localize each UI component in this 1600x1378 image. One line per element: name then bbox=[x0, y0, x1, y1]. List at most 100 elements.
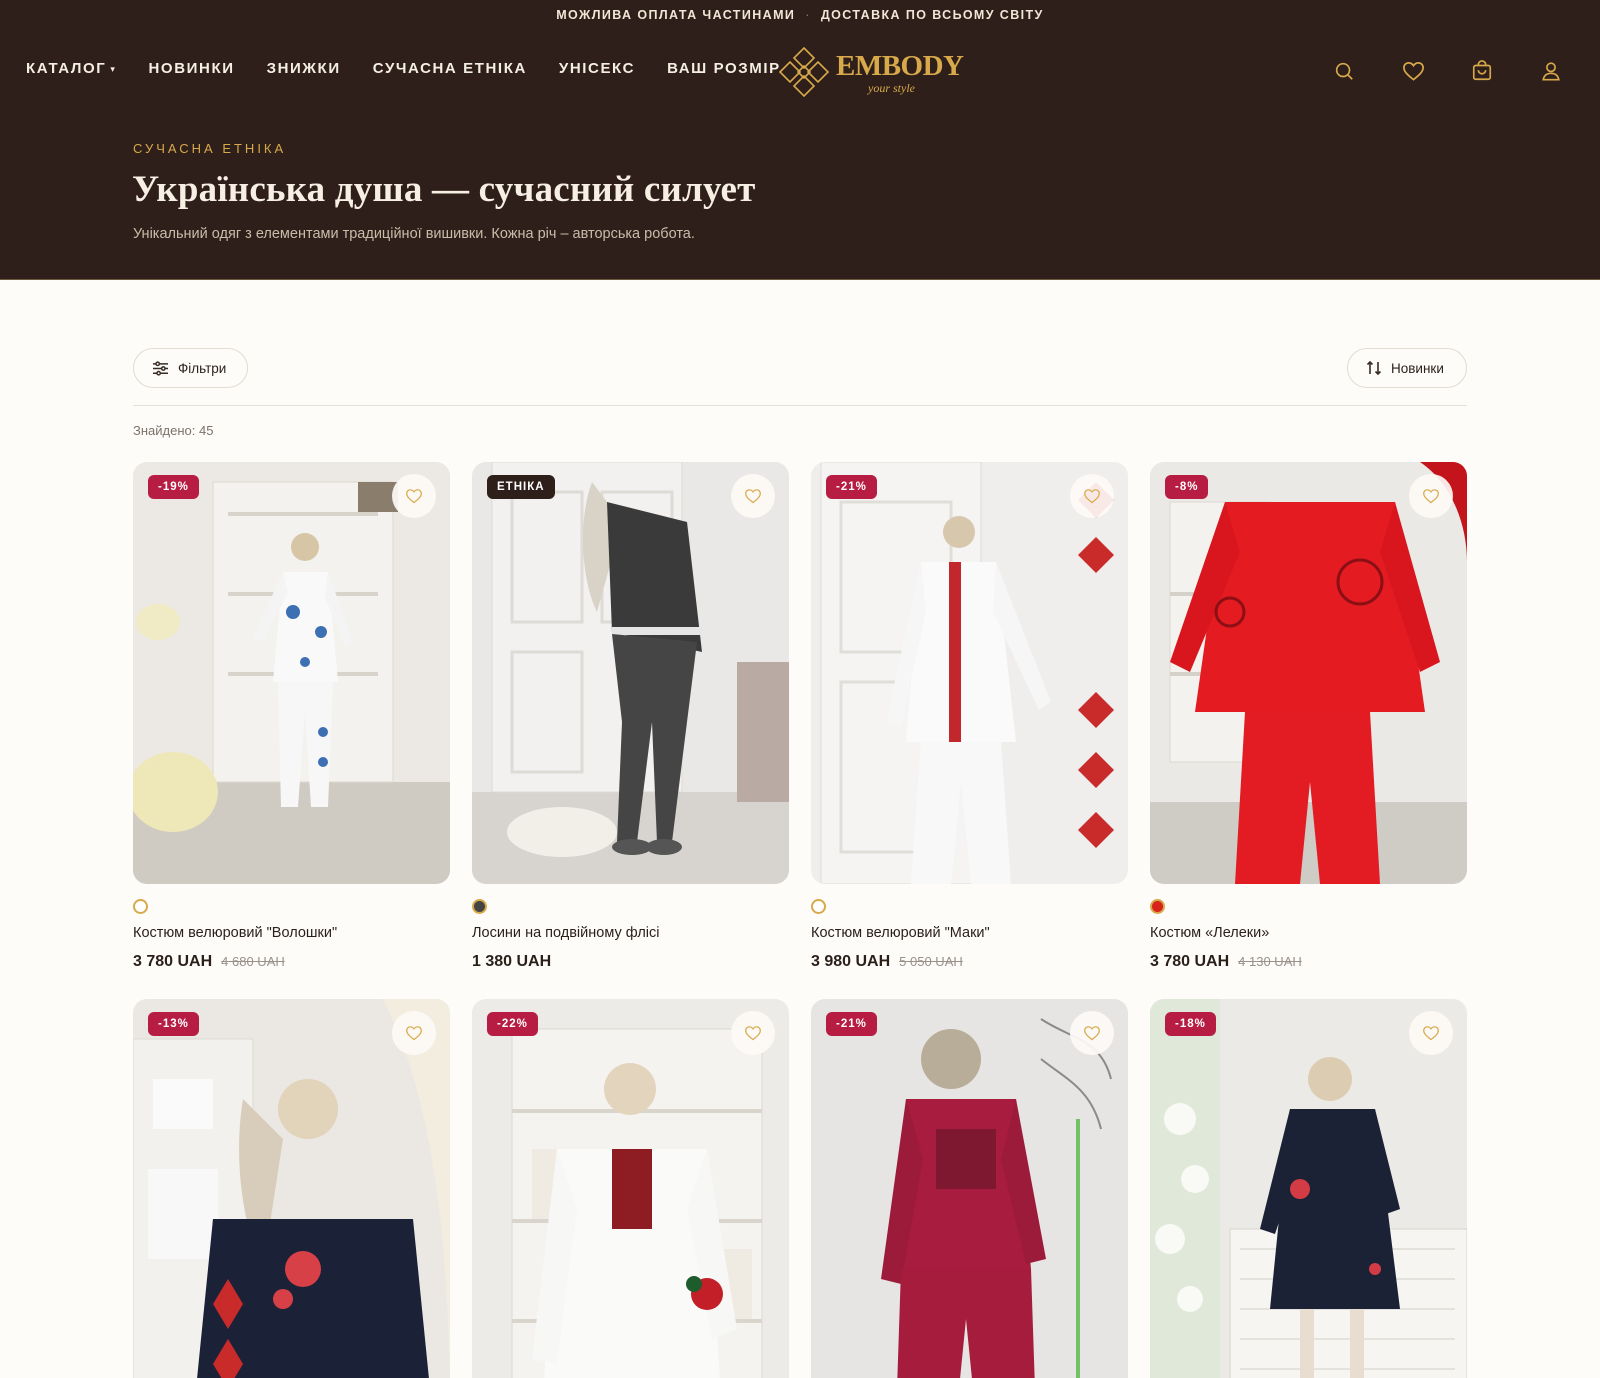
sliders-icon bbox=[153, 360, 168, 376]
results-count: Знайдено: 45 bbox=[133, 423, 214, 438]
search-button[interactable] bbox=[1331, 58, 1357, 84]
product-image[interactable]: -21% bbox=[811, 999, 1128, 1378]
heart-icon bbox=[1402, 61, 1424, 81]
product-price: 3 980 UAH 5 050 UAH bbox=[811, 953, 1128, 971]
product-name[interactable]: Костюм «Лелеки» bbox=[1150, 925, 1467, 941]
nav-catalog[interactable]: КАТАЛОГ ▾ bbox=[26, 60, 117, 77]
nav-sale[interactable]: ЗНИЖКИ bbox=[267, 60, 341, 77]
color-swatch[interactable] bbox=[811, 899, 826, 914]
filters-label: Фільтри bbox=[178, 360, 227, 376]
heart-icon bbox=[745, 489, 761, 504]
product-photo bbox=[472, 999, 789, 1378]
product-card[interactable]: ЕТНІКА Лосини на подвійному флісі 1 380 … bbox=[472, 462, 789, 971]
logo-wordmark: EMBODY bbox=[836, 50, 964, 82]
current-price: 3 980 UAH bbox=[811, 953, 891, 970]
heart-icon bbox=[1084, 1026, 1100, 1041]
sort-icon bbox=[1366, 360, 1382, 376]
product-card[interactable]: -21% Костюм велюровий "Маки" 3 980 UAH 5… bbox=[811, 462, 1128, 971]
nav-unisex[interactable]: УНІСЕКС bbox=[559, 60, 635, 77]
product-image[interactable]: -21% bbox=[811, 462, 1128, 884]
discount-badge: -21% bbox=[826, 1012, 877, 1036]
product-image[interactable]: ЕТНІКА bbox=[472, 462, 789, 884]
logo-tagline: your style bbox=[868, 81, 915, 95]
product-photo bbox=[1150, 999, 1467, 1378]
logo[interactable]: EMBODY your style bbox=[776, 46, 964, 98]
current-price: 3 780 UAH bbox=[1150, 953, 1230, 970]
page-subtitle: Унікальний одяг з елементами традиційної… bbox=[133, 226, 695, 242]
category-badge: ЕТНІКА bbox=[487, 475, 555, 499]
product-image[interactable]: -22% bbox=[472, 999, 789, 1378]
product-card[interactable]: -18% bbox=[1150, 999, 1467, 1378]
heart-icon bbox=[406, 1026, 422, 1041]
product-price: 1 380 UAH bbox=[472, 953, 789, 971]
discount-badge: -13% bbox=[148, 1012, 199, 1036]
product-card[interactable]: -19% Костюм велюровий "Волошки" 3 780 UA… bbox=[133, 462, 450, 971]
announcement-bar: МОЖЛИВА ОПЛАТА ЧАСТИНАМИ · ДОСТАВКА ПО ВСЬ… bbox=[0, 8, 1600, 22]
wishlist-button[interactable] bbox=[1400, 58, 1426, 84]
product-name[interactable]: Костюм велюровий "Волошки" bbox=[133, 925, 450, 941]
heart-icon bbox=[406, 489, 422, 504]
product-photo bbox=[133, 999, 450, 1378]
nav-catalog-label: КАТАЛОГ bbox=[26, 60, 107, 77]
discount-badge: -22% bbox=[487, 1012, 538, 1036]
add-to-wishlist-button[interactable] bbox=[392, 474, 436, 518]
product-name[interactable]: Костюм велюровий "Маки" bbox=[811, 925, 1128, 941]
add-to-wishlist-button[interactable] bbox=[1409, 474, 1453, 518]
product-image[interactable]: -18% bbox=[1150, 999, 1467, 1378]
heart-icon bbox=[1423, 489, 1439, 504]
discount-badge: -8% bbox=[1165, 475, 1209, 499]
color-swatch[interactable] bbox=[133, 899, 148, 914]
old-price: 5 050 UAH bbox=[899, 954, 963, 969]
add-to-wishlist-button[interactable] bbox=[1409, 1011, 1453, 1055]
heart-icon bbox=[745, 1026, 761, 1041]
add-to-wishlist-button[interactable] bbox=[1070, 1011, 1114, 1055]
product-name[interactable]: Лосини на подвійному флісі bbox=[472, 925, 789, 941]
cart-icon bbox=[1472, 60, 1492, 81]
product-image[interactable]: -13% bbox=[133, 999, 450, 1378]
product-photo bbox=[811, 999, 1128, 1378]
product-card[interactable]: -13% bbox=[133, 999, 450, 1378]
section-eyebrow: СУЧАСНА ЕТНІКА bbox=[133, 141, 287, 156]
add-to-wishlist-button[interactable] bbox=[1070, 474, 1114, 518]
header-actions bbox=[1288, 58, 1564, 84]
current-price: 1 380 UAH bbox=[472, 953, 552, 970]
search-icon bbox=[1335, 62, 1353, 80]
add-to-wishlist-button[interactable] bbox=[731, 474, 775, 518]
product-image[interactable]: -19% bbox=[133, 462, 450, 884]
discount-badge: -19% bbox=[148, 475, 199, 499]
site-header: МОЖЛИВА ОПЛАТА ЧАСТИНАМИ · ДОСТАВКА ПО ВСЬ… bbox=[0, 0, 1600, 280]
heart-icon bbox=[1423, 1026, 1439, 1041]
add-to-wishlist-button[interactable] bbox=[392, 1011, 436, 1055]
product-photo bbox=[472, 462, 789, 884]
nav-new[interactable]: НОВИНКИ bbox=[149, 60, 235, 77]
color-swatch[interactable] bbox=[1150, 899, 1165, 914]
product-price: 3 780 UAH 4 680 UAH bbox=[133, 953, 450, 971]
product-photo bbox=[133, 462, 450, 884]
product-photo bbox=[1150, 462, 1467, 884]
product-card[interactable]: -21% bbox=[811, 999, 1128, 1378]
logo-ornament-icon bbox=[778, 46, 830, 98]
product-price: 3 780 UAH 4 130 UAH bbox=[1150, 953, 1467, 971]
add-to-wishlist-button[interactable] bbox=[731, 1011, 775, 1055]
account-button[interactable] bbox=[1538, 58, 1564, 84]
main-nav: КАТАЛОГ ▾ НОВИНКИ ЗНИЖКИ СУЧАСНА ЕТНІКА У… bbox=[26, 60, 813, 77]
product-card[interactable]: -22% bbox=[472, 999, 789, 1378]
chevron-down-icon: ▾ bbox=[110, 64, 117, 74]
sort-button[interactable]: Новинки bbox=[1347, 348, 1467, 388]
discount-badge: -21% bbox=[826, 475, 877, 499]
old-price: 4 130 UAH bbox=[1238, 954, 1302, 969]
product-card[interactable]: -8% Костюм «Лелеки» 3 780 UAH 4 130 UAH bbox=[1150, 462, 1467, 971]
old-price: 4 680 UAH bbox=[221, 954, 285, 969]
heart-icon bbox=[1084, 489, 1100, 504]
nav-your-size[interactable]: ВАШ РОЗМІР bbox=[667, 60, 781, 77]
product-image[interactable]: -8% bbox=[1150, 462, 1467, 884]
current-price: 3 780 UAH bbox=[133, 953, 213, 970]
announcement-installments: МОЖЛИВА ОПЛАТА ЧАСТИНАМИ bbox=[556, 8, 796, 22]
cart-button[interactable] bbox=[1469, 58, 1495, 84]
color-swatch[interactable] bbox=[472, 899, 487, 914]
announcement-shipping: ДОСТАВКА ПО ВСЬОМУ СВІТУ bbox=[820, 8, 1044, 22]
sort-label: Новинки bbox=[1391, 360, 1444, 376]
filters-button[interactable]: Фільтри bbox=[133, 348, 248, 388]
nav-modern-ethnic[interactable]: СУЧАСНА ЕТНІКА bbox=[373, 60, 527, 77]
discount-badge: -18% bbox=[1165, 1012, 1216, 1036]
